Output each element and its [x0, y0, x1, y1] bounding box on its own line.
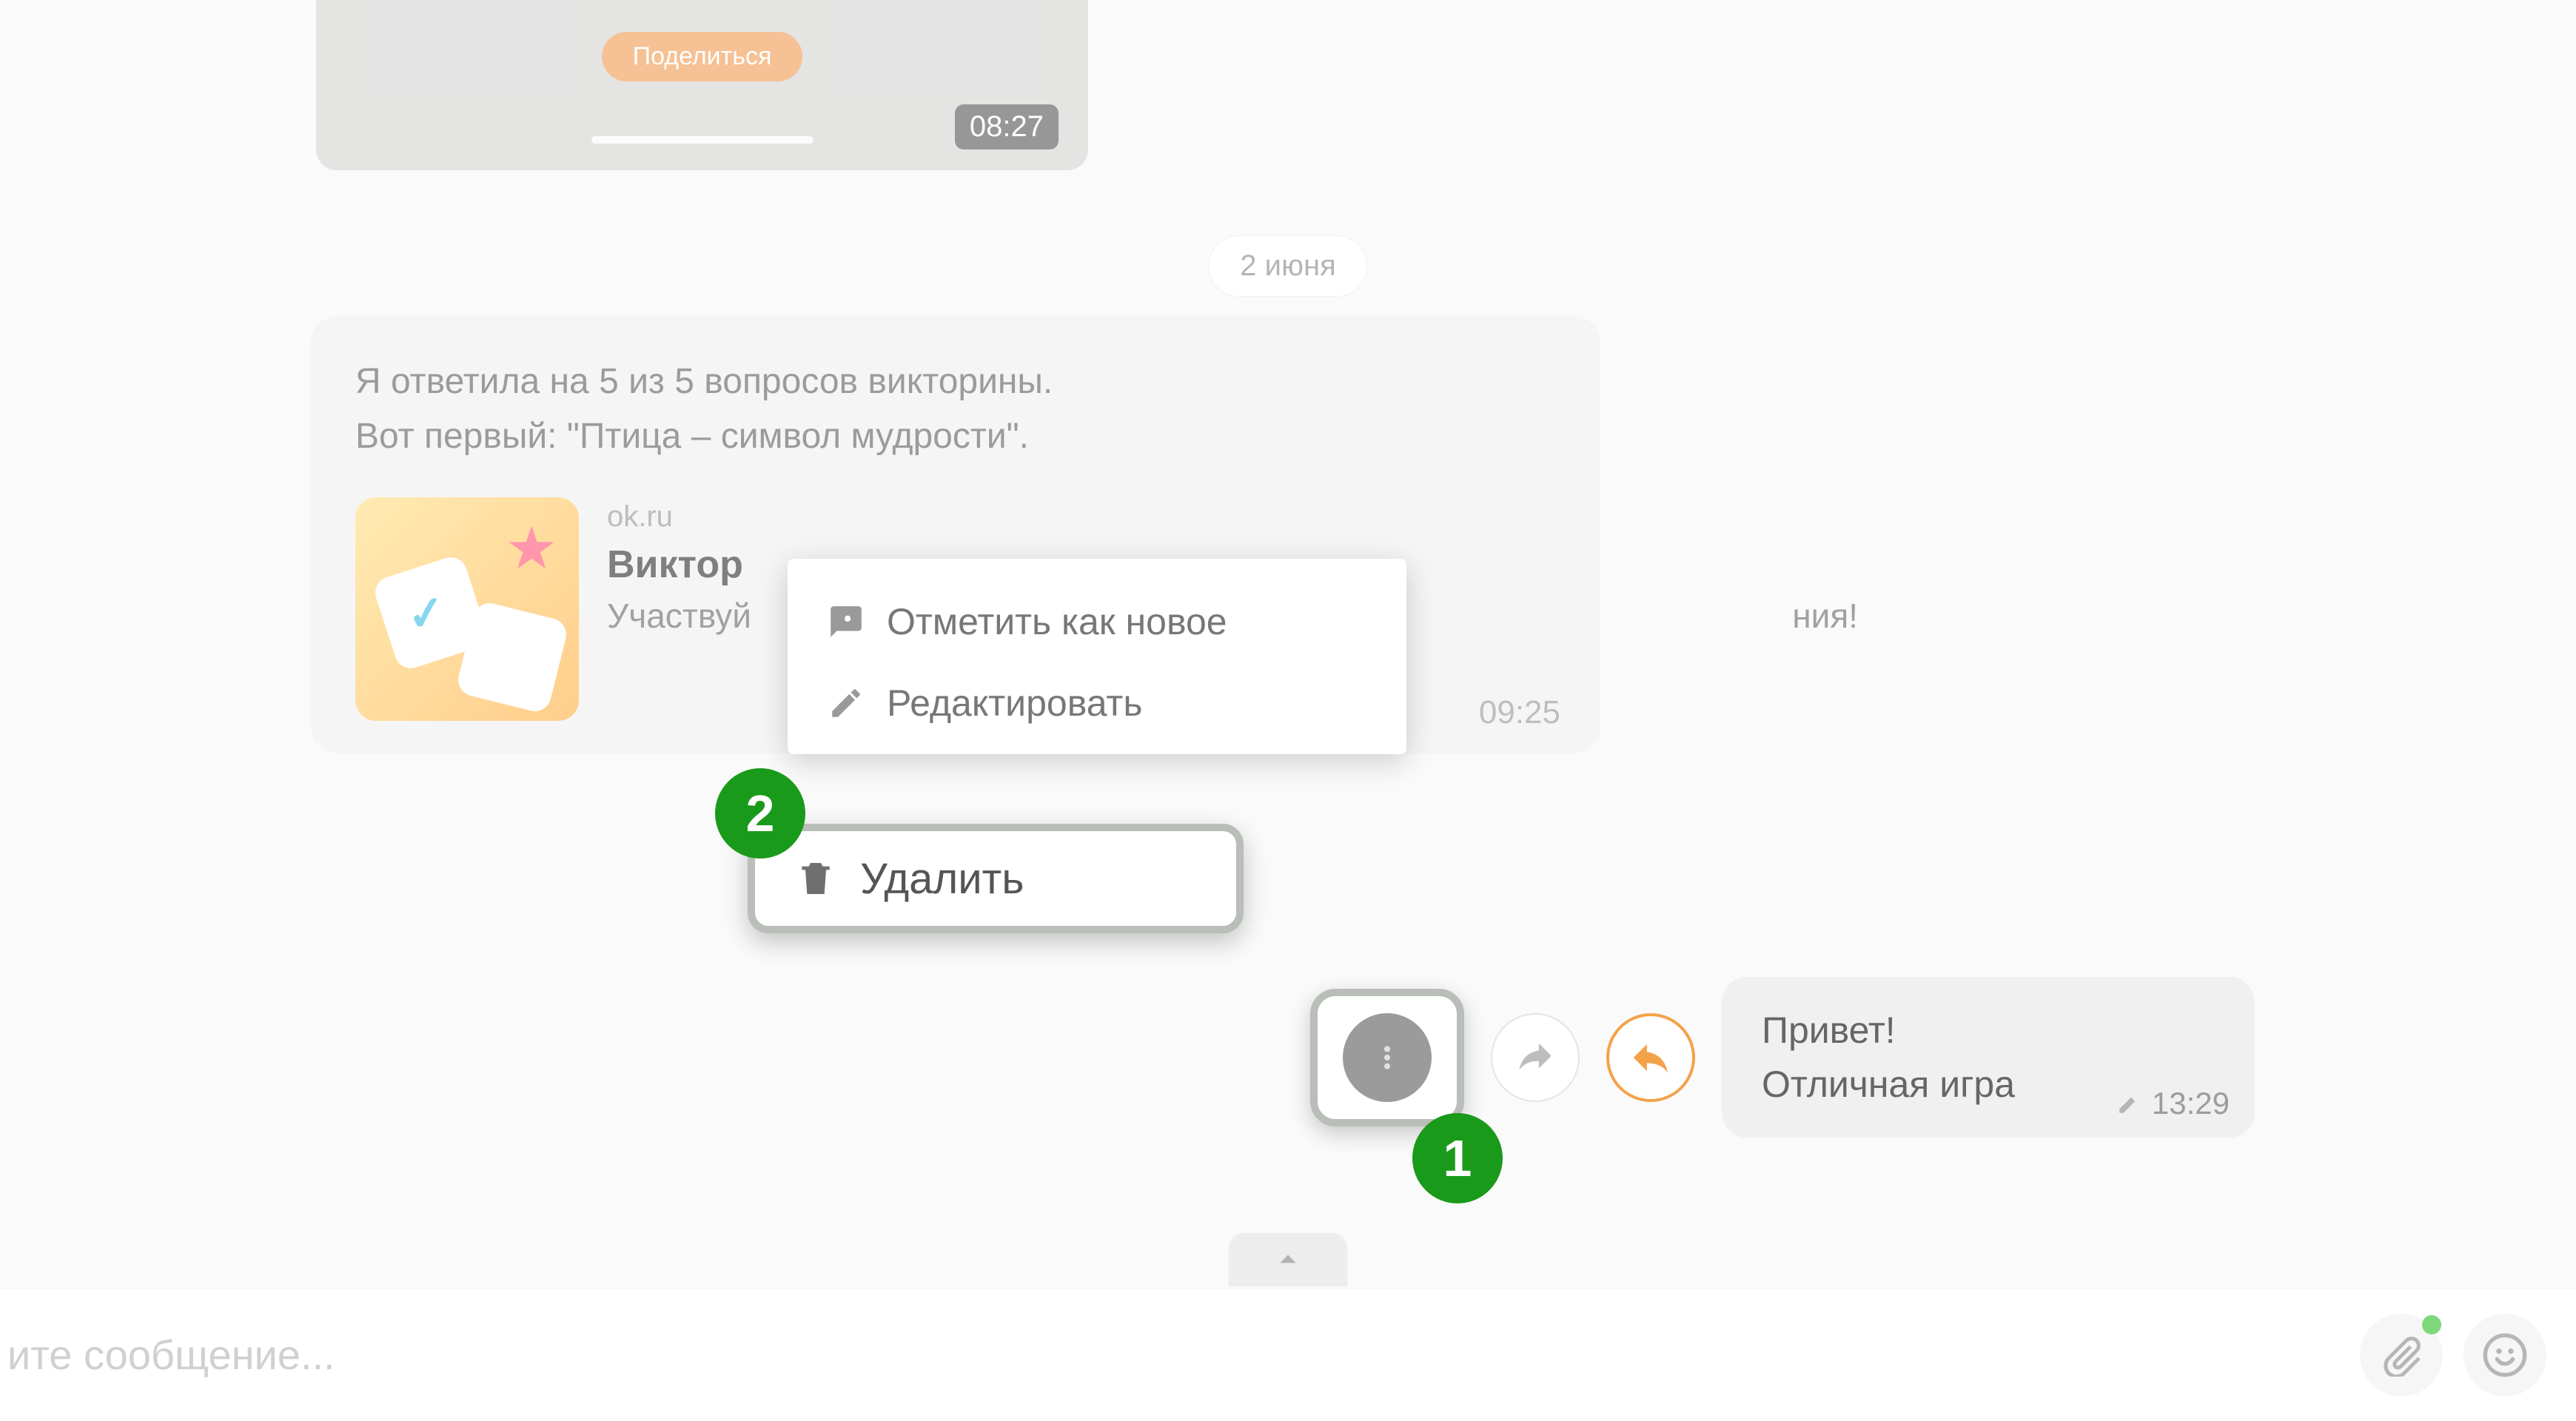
forward-button[interactable]	[1491, 1013, 1580, 1102]
dots-vertical-icon	[1372, 1043, 1402, 1072]
menu-item-delete[interactable]: Удалить	[748, 824, 1244, 933]
more-actions-highlight	[1310, 989, 1464, 1126]
menu-label: Удалить	[860, 854, 1024, 904]
edited-pencil-icon	[2116, 1091, 2141, 1116]
date-separator: 2 июня	[1208, 235, 1367, 297]
reply-button[interactable]	[1606, 1013, 1695, 1102]
attach-badge-dot	[2422, 1315, 2441, 1334]
forward-icon	[1514, 1036, 1557, 1079]
reply-icon	[1628, 1035, 1674, 1081]
expand-toggle[interactable]	[1229, 1233, 1347, 1286]
menu-item-edit[interactable]: Редактировать	[788, 662, 1406, 744]
message-text-line: Вот первый: "Птица – символ мудрости".	[355, 409, 1556, 464]
attach-button[interactable]	[2360, 1314, 2443, 1397]
callout-badge-1: 1	[1412, 1113, 1503, 1203]
message-time: 13:29	[2152, 1086, 2230, 1121]
message-outgoing[interactable]: Привет! Отличная игра 13:29	[1722, 977, 2255, 1138]
message-input[interactable]: ите сообщение...	[0, 1331, 2360, 1379]
chevron-up-icon	[1269, 1240, 1307, 1279]
attachment-card: Поделиться 08:27	[316, 0, 1088, 170]
message-text-line: Я ответила на 5 из 5 вопросов викторины.	[355, 355, 1556, 409]
paperclip-icon	[2380, 1334, 2423, 1377]
emoji-button[interactable]	[2463, 1314, 2546, 1397]
check-icon: ✓	[403, 584, 449, 643]
star-icon: ★	[505, 514, 558, 582]
x-icon: ✕	[488, 632, 536, 694]
message-time: 09:25	[1479, 694, 1560, 731]
trash-icon	[795, 858, 836, 899]
mark-new-icon	[828, 603, 865, 640]
message-context-menu: Отметить как новое Редактировать	[788, 559, 1406, 754]
attachment-time: 08:27	[955, 104, 1059, 150]
smiley-icon	[2481, 1331, 2529, 1379]
callout-badge-2: 2	[715, 768, 805, 859]
menu-label: Отметить как новое	[887, 600, 1227, 643]
link-thumb: ★ ✓ ✕	[355, 497, 579, 721]
message-text-line: Привет!	[1762, 1004, 2215, 1058]
composer-bar: ите сообщение...	[0, 1288, 2576, 1421]
menu-label: Редактировать	[887, 682, 1142, 725]
pencil-icon	[828, 685, 865, 722]
more-actions-button[interactable]	[1343, 1013, 1432, 1102]
share-button[interactable]: Поделиться	[602, 32, 803, 81]
card-progress-bar	[591, 136, 814, 144]
link-domain: ok.ru	[607, 500, 1556, 534]
menu-item-mark-new[interactable]: Отметить как новое	[788, 581, 1406, 662]
